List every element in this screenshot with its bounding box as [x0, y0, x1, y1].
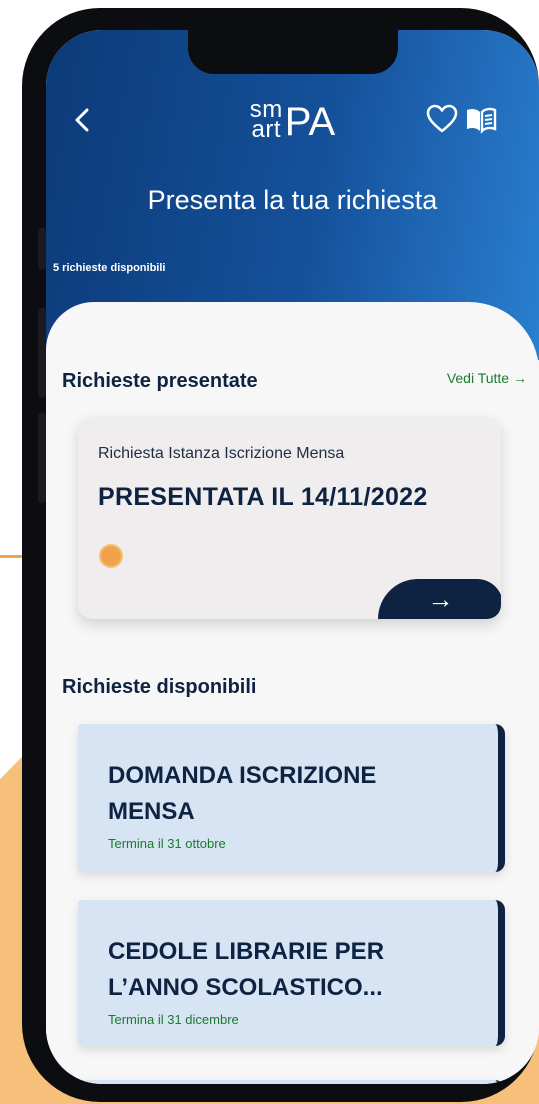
presented-section-title: Richieste presentate	[62, 370, 258, 392]
request-subtitle: Richiesta Istanza Iscrizione Mensa	[98, 445, 345, 462]
volume-down-button	[38, 413, 46, 503]
available-section-title: Richieste disponibili	[62, 676, 257, 698]
presented-request-card[interactable]: Richiesta Istanza Iscrizione Mensa PRESE…	[78, 417, 501, 619]
heart-icon[interactable]	[426, 104, 458, 139]
request-deadline: Termina il 31 ottobre	[108, 836, 226, 851]
available-request-card[interactable]	[78, 1080, 505, 1084]
request-status: PRESENTATA IL 14/11/2022	[98, 483, 428, 511]
mute-switch	[38, 228, 46, 270]
arrow-right-icon: →	[427, 584, 454, 614]
logo-pa-text: PA	[284, 100, 336, 144]
top-bar: sm art PA	[46, 98, 539, 160]
camera-notch	[188, 30, 398, 74]
book-icon[interactable]	[464, 106, 498, 139]
content-panel: Richieste presentate Vedi Tutte → Richie…	[46, 302, 539, 1084]
logo-art-text: art	[251, 116, 282, 143]
request-deadline: Termina il 31 dicembre	[108, 1012, 239, 1027]
chevron-left-icon[interactable]	[72, 102, 92, 147]
available-count: 5 richieste disponibili	[53, 262, 166, 274]
available-request-card[interactable]: DOMANDA ISCRIZIONE MENSA Termina il 31 o…	[78, 724, 505, 872]
open-request-button[interactable]: →	[378, 579, 501, 619]
callout-dot	[99, 544, 123, 568]
available-request-card[interactable]: CEDOLE LIBRARIE PER L’ANNO SCOLASTICO...…	[78, 900, 505, 1046]
page-title: Presenta la tua richiesta	[147, 185, 438, 215]
see-all-link[interactable]: Vedi Tutte →	[447, 370, 527, 386]
request-title: DOMANDA ISCRIZIONE MENSA	[108, 762, 377, 825]
volume-up-button	[38, 308, 46, 398]
request-title: CEDOLE LIBRARIE PER L’ANNO SCOLASTICO...	[108, 938, 385, 1001]
